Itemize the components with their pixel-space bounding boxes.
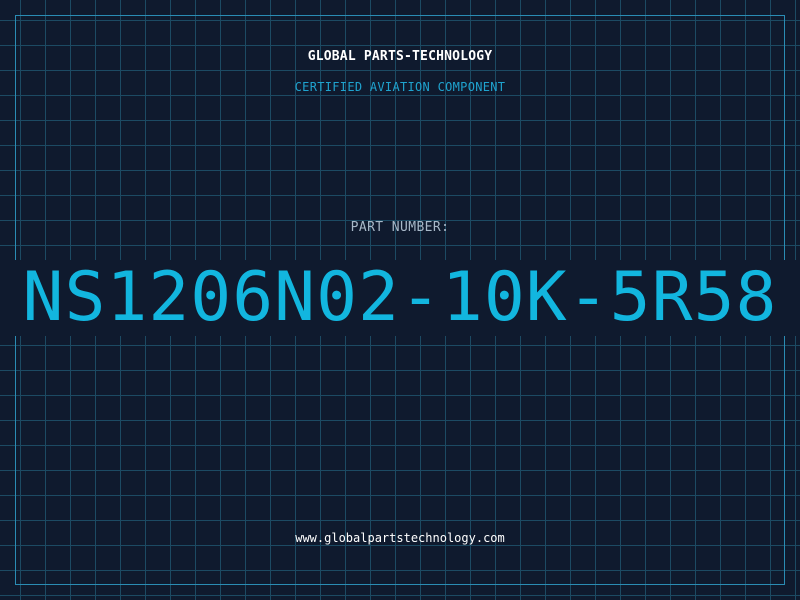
- certification-tagline: CERTIFIED AVIATION COMPONENT: [294, 80, 506, 94]
- part-number-band: NS1206N02-10K-5R58: [0, 260, 800, 336]
- part-number-label: PART NUMBER:: [350, 220, 450, 235]
- company-name: GLOBAL PARTS-TECHNOLOGY: [307, 49, 493, 64]
- website-url: www.globalpartstechnology.com: [295, 531, 505, 545]
- part-number-value: NS1206N02-10K-5R58: [22, 260, 778, 336]
